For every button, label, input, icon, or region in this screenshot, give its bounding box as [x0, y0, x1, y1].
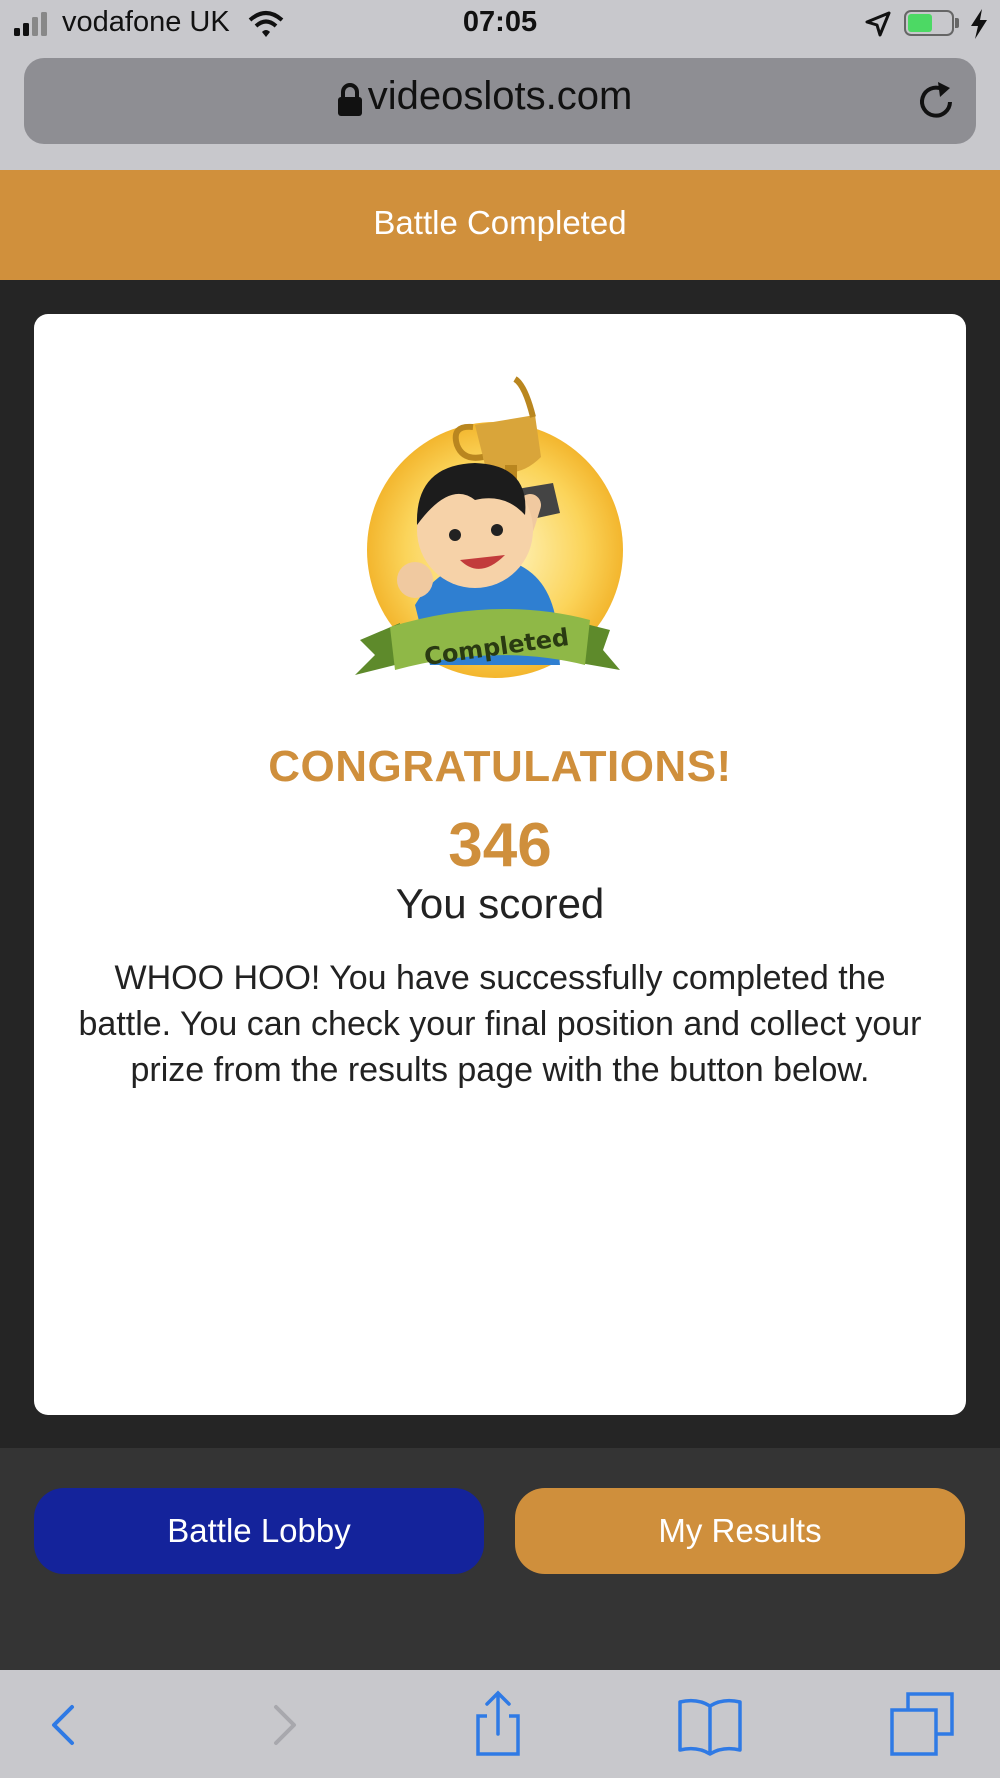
score-label: You scored: [395, 880, 605, 927]
battle-lobby-button[interactable]: Battle Lobby: [34, 1488, 484, 1574]
page-title: Battle Completed: [373, 204, 627, 241]
clock: 07:05: [462, 6, 538, 38]
bookmarks-icon[interactable]: [675, 1690, 745, 1760]
url-text: videoslots.com: [367, 74, 633, 118]
battery-icon: [904, 10, 960, 38]
trophy-kid-illustration: Completed: [355, 376, 623, 678]
share-icon[interactable]: [463, 1690, 533, 1760]
back-icon[interactable]: [28, 1690, 98, 1760]
score-value: 346: [448, 811, 552, 880]
reload-icon[interactable]: [914, 80, 958, 124]
tabs-icon[interactable]: [888, 1690, 958, 1760]
charging-bolt-icon: [971, 9, 987, 39]
congratulations-heading: CONGRATULATIONS!: [268, 742, 732, 791]
location-arrow-icon: [865, 11, 891, 37]
forward-icon[interactable]: [250, 1690, 320, 1760]
my-results-button[interactable]: My Results: [515, 1488, 965, 1574]
completion-message: WHOO HOO! You have successfully complete…: [78, 959, 922, 1089]
